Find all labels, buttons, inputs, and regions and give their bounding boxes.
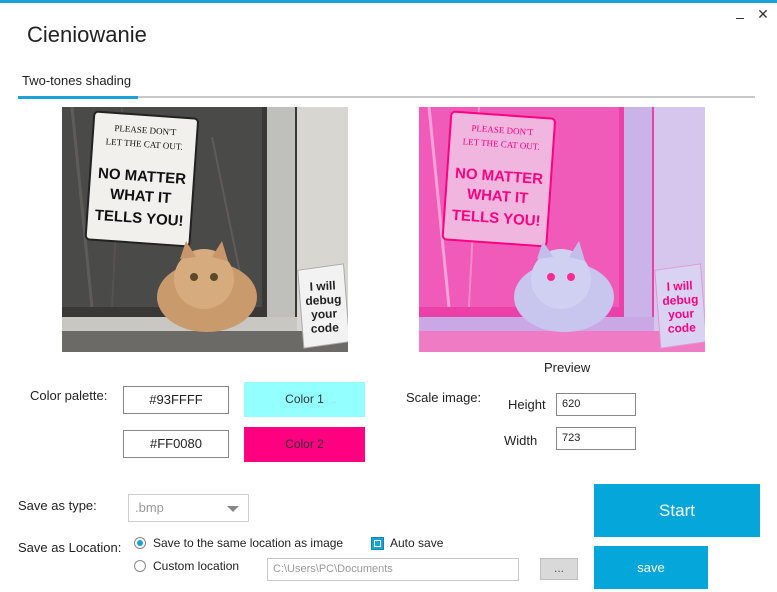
note-line-3: your xyxy=(668,306,695,321)
same-location-label: Save to the same location as image xyxy=(153,536,344,550)
same-location-radio[interactable] xyxy=(134,537,146,549)
width-input[interactable]: 723 xyxy=(556,427,636,450)
cat-eye-left xyxy=(547,273,555,281)
height-input[interactable]: 620 xyxy=(556,393,636,416)
custom-location-label: Custom location xyxy=(153,559,240,573)
color2-button[interactable]: Color 2 xyxy=(244,427,365,462)
start-button[interactable]: Start xyxy=(594,484,760,537)
custom-location-radio[interactable] xyxy=(134,560,146,572)
auto-save-label: Auto save xyxy=(390,536,444,550)
tab-two-tones-shading[interactable]: Two-tones shading xyxy=(18,73,138,97)
color2-hex-field[interactable]: #FF0080 xyxy=(123,430,229,458)
color1-button[interactable]: Color 1 xyxy=(244,382,365,417)
save-type-value: .bmp xyxy=(135,500,164,515)
preview-image-drawing: PLEASE DON'T LET THE CAT OUT. NO MATTER … xyxy=(419,107,705,352)
scale-image-label: Scale image: xyxy=(406,390,482,405)
location-path-input[interactable]: C:\Users\PC\Documents xyxy=(267,558,519,581)
save-type-select[interactable]: .bmp xyxy=(128,494,249,522)
width-label: Width xyxy=(504,433,538,448)
color-palette-label: Color palette: xyxy=(30,388,108,403)
save-location-label: Save as Location: xyxy=(18,540,122,555)
note-line-4: code xyxy=(667,320,696,335)
door-frame xyxy=(624,107,652,352)
door-frame xyxy=(267,107,295,352)
minimize-button[interactable] xyxy=(733,10,747,24)
note-line-4: code xyxy=(310,320,339,335)
close-button[interactable]: ✕ xyxy=(755,6,771,24)
note-line-3: your xyxy=(311,306,338,321)
chevron-down-icon xyxy=(227,506,239,512)
note-line-1: I will xyxy=(666,278,693,293)
height-label: Height xyxy=(508,397,546,412)
original-image: PLEASE DON'T LET THE CAT OUT. NO MATTER … xyxy=(62,107,348,352)
cat-eye-right xyxy=(567,273,575,281)
window-top-accent xyxy=(0,0,777,3)
note-line-1: I will xyxy=(309,278,336,293)
save-button[interactable]: save xyxy=(594,546,708,589)
preview-caption: Preview xyxy=(544,360,591,375)
browse-button[interactable]: ... xyxy=(540,558,578,580)
auto-save-checkbox[interactable] xyxy=(371,537,384,550)
original-image-drawing: PLEASE DON'T LET THE CAT OUT. NO MATTER … xyxy=(62,107,348,352)
color1-hex-field[interactable]: #93FFFF xyxy=(123,386,229,414)
window-title: Cieniowanie xyxy=(27,22,147,47)
save-type-label: Save as type: xyxy=(18,498,97,513)
cat-eye-right xyxy=(210,273,218,281)
preview-image: PLEASE DON'T LET THE CAT OUT. NO MATTER … xyxy=(419,107,705,352)
active-tab-indicator xyxy=(18,96,138,99)
cat-eye-left xyxy=(190,273,198,281)
